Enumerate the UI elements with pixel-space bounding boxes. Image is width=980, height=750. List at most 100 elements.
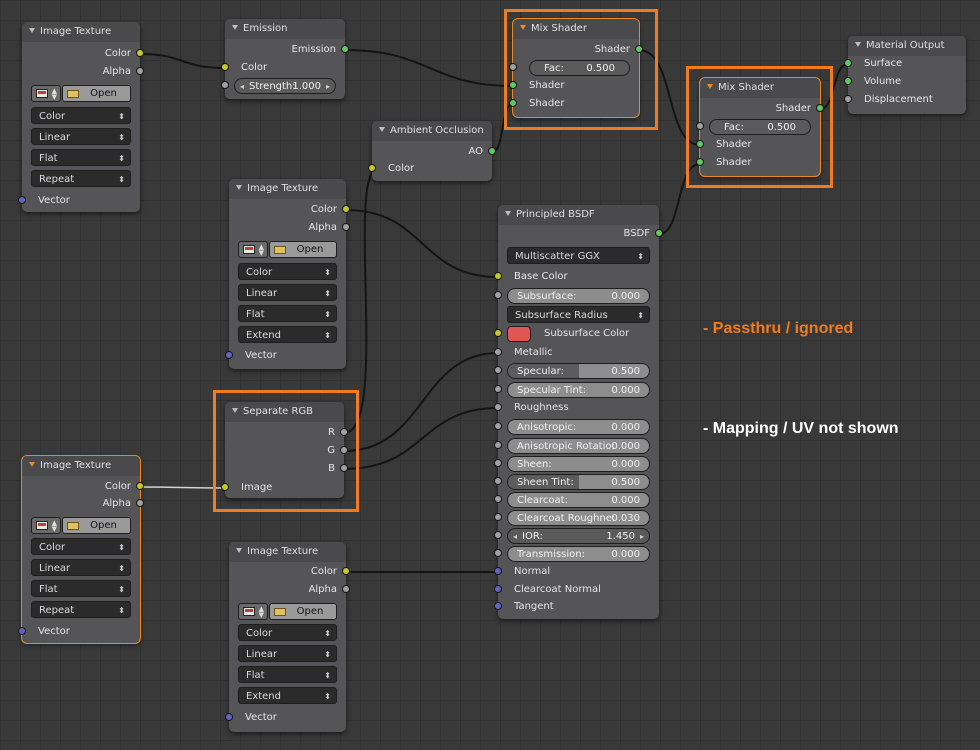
interpolation-dropdown[interactable]: Linear ⬍ (31, 559, 131, 576)
vector-socket[interactable] (225, 351, 233, 359)
node-editor-canvas[interactable]: Image Texture Color Alpha ▲ ▼ Open Color ⬍… (0, 0, 980, 750)
base-color-socket[interactable] (494, 272, 502, 280)
sheen-slider[interactable]: Sheen: 0.000 (507, 456, 650, 472)
image-texture-node-1[interactable]: Image Texture Color Alpha ▲ ▼ Open Color ⬍… (18, 22, 144, 212)
collapse-triangle-icon[interactable] (505, 211, 511, 216)
specular-tint-slider[interactable]: Specular Tint: 0.000 (507, 382, 650, 398)
ambient-occlusion-node[interactable]: Ambient Occlusion AO Color (368, 121, 496, 181)
collapse-triangle-icon[interactable] (29, 462, 35, 467)
open-button[interactable]: Open (62, 517, 131, 534)
clearcoat-roughness-socket[interactable] (494, 513, 502, 521)
normal-socket[interactable] (494, 567, 502, 575)
distribution-dropdown[interactable]: Multiscatter GGX ⬍ (507, 247, 650, 264)
subsurface-socket[interactable] (494, 291, 502, 299)
collapse-triangle-icon[interactable] (29, 28, 35, 33)
alpha-socket[interactable] (136, 67, 144, 75)
left-arrow-icon[interactable]: ◂ (513, 529, 517, 545)
displacement-socket[interactable] (844, 95, 852, 103)
extension-dropdown[interactable]: Repeat ⬍ (31, 601, 131, 618)
extension-dropdown[interactable]: Extend ⬍ (238, 326, 337, 343)
ior-field[interactable]: ◂ IOR: 1.450 ▸ (507, 528, 650, 544)
metallic-socket[interactable] (494, 348, 502, 356)
volume-socket[interactable] (844, 77, 852, 85)
node-header[interactable]: Image Texture (22, 22, 140, 42)
surface-socket[interactable] (844, 59, 852, 67)
emission-socket[interactable] (341, 45, 349, 53)
strength-field[interactable]: ◂ Strength: 1.000 ▸ (234, 78, 336, 94)
anisotropic-rotation-socket[interactable] (494, 441, 502, 449)
alpha-socket[interactable] (136, 499, 144, 507)
node-header[interactable]: Image Texture (229, 542, 346, 562)
color-socket[interactable] (342, 567, 350, 575)
image-browse-icon[interactable]: ▲ ▼ (238, 241, 268, 258)
node-header[interactable]: Image Texture (229, 179, 346, 199)
image-texture-node-2[interactable]: Image Texture Color Alpha ▲ ▼ Open Color ⬍… (225, 179, 350, 369)
right-arrow-icon[interactable]: ▸ (326, 79, 330, 95)
image-browse-icon[interactable]: ▲ ▼ (31, 85, 61, 102)
vector-socket[interactable] (18, 627, 26, 635)
clearcoat-socket[interactable] (494, 495, 502, 503)
node-header[interactable]: Image Texture (22, 456, 140, 476)
emission-node[interactable]: Emission Emission Color ◂ Strength: 1.000 ▸ (221, 19, 349, 99)
sheen-socket[interactable] (494, 459, 502, 467)
color-socket[interactable] (221, 63, 229, 71)
collapse-triangle-icon[interactable] (236, 548, 242, 553)
collapse-triangle-icon[interactable] (232, 25, 238, 30)
alpha-socket[interactable] (342, 223, 350, 231)
node-header[interactable]: Emission (225, 19, 345, 39)
extension-dropdown[interactable]: Extend ⬍ (238, 687, 337, 704)
vector-socket[interactable] (225, 713, 233, 721)
collapse-triangle-icon[interactable] (236, 185, 242, 190)
clearcoat-roughness-slider[interactable]: Clearcoat Roughne: 0.030 (507, 510, 650, 526)
color-space-dropdown[interactable]: Color ⬍ (238, 624, 337, 641)
anisotropic-slider[interactable]: Anisotropic: 0.000 (507, 419, 650, 435)
strength-socket[interactable] (221, 81, 229, 89)
collapse-triangle-icon[interactable] (379, 127, 385, 132)
projection-dropdown[interactable]: Flat ⬍ (238, 305, 337, 322)
open-button[interactable]: Open (269, 603, 337, 620)
interpolation-dropdown[interactable]: Linear ⬍ (238, 645, 337, 662)
interpolation-dropdown[interactable]: Linear ⬍ (31, 128, 131, 145)
image-texture-node-4[interactable]: Image Texture Color Alpha ▲ ▼ Open Color ⬍… (225, 542, 350, 732)
image-browse-icon[interactable]: ▲ ▼ (238, 603, 268, 620)
principled-bsdf-node[interactable]: Principled BSDF BSDF Multiscatter GGX ⬍ B… (494, 205, 663, 619)
color-socket[interactable] (136, 482, 144, 490)
bsdf-socket[interactable] (655, 229, 663, 237)
ao-socket[interactable] (488, 147, 496, 155)
clearcoat-normal-socket[interactable] (494, 585, 502, 593)
color-socket[interactable] (136, 49, 144, 57)
anisotropic-rotation-slider[interactable]: Anisotropic Rotatio: 0.000 (507, 438, 650, 454)
subsurface-method-dropdown[interactable]: Subsurface Radius ⬍ (507, 306, 650, 323)
anisotropic-socket[interactable] (494, 422, 502, 430)
vector-socket[interactable] (18, 196, 26, 204)
extension-dropdown[interactable]: Repeat ⬍ (31, 170, 131, 187)
sheen-tint-slider[interactable]: Sheen Tint: 0.500 (507, 474, 650, 490)
color-space-dropdown[interactable]: Color ⬍ (238, 263, 337, 280)
image-browse-icon[interactable]: ▲ ▼ (31, 517, 61, 534)
subsurface-color-socket[interactable] (494, 329, 502, 337)
specular-slider[interactable]: Specular: 0.500 (507, 363, 650, 379)
clearcoat-slider[interactable]: Clearcoat: 0.000 (507, 492, 650, 508)
material-output-node[interactable]: Material Output Surface Volume Displacem… (844, 36, 966, 114)
node-header[interactable]: Principled BSDF (498, 205, 659, 225)
subsurface-color-swatch[interactable] (507, 326, 531, 342)
color-space-dropdown[interactable]: Color ⬍ (31, 538, 131, 555)
tangent-socket[interactable] (494, 602, 502, 610)
color-space-dropdown[interactable]: Color ⬍ (31, 107, 131, 124)
sheen-tint-socket[interactable] (494, 477, 502, 485)
projection-dropdown[interactable]: Flat ⬍ (31, 580, 131, 597)
image-texture-node-3[interactable]: Image Texture Color Alpha ▲ ▼ Open Color ⬍… (18, 456, 144, 643)
node-header[interactable]: Material Output (848, 36, 966, 56)
left-arrow-icon[interactable]: ◂ (240, 79, 244, 95)
open-button[interactable]: Open (269, 241, 337, 258)
subsurface-slider[interactable]: Subsurface: 0.000 (507, 288, 650, 304)
color-socket[interactable] (342, 205, 350, 213)
projection-dropdown[interactable]: Flat ⬍ (31, 149, 131, 166)
collapse-triangle-icon[interactable] (855, 42, 861, 47)
projection-dropdown[interactable]: Flat ⬍ (238, 666, 337, 683)
interpolation-dropdown[interactable]: Linear ⬍ (238, 284, 337, 301)
transmission-socket[interactable] (494, 549, 502, 557)
transmission-slider[interactable]: Transmission: 0.000 (507, 546, 650, 562)
specular-socket[interactable] (494, 366, 502, 374)
ior-socket[interactable] (494, 531, 502, 539)
